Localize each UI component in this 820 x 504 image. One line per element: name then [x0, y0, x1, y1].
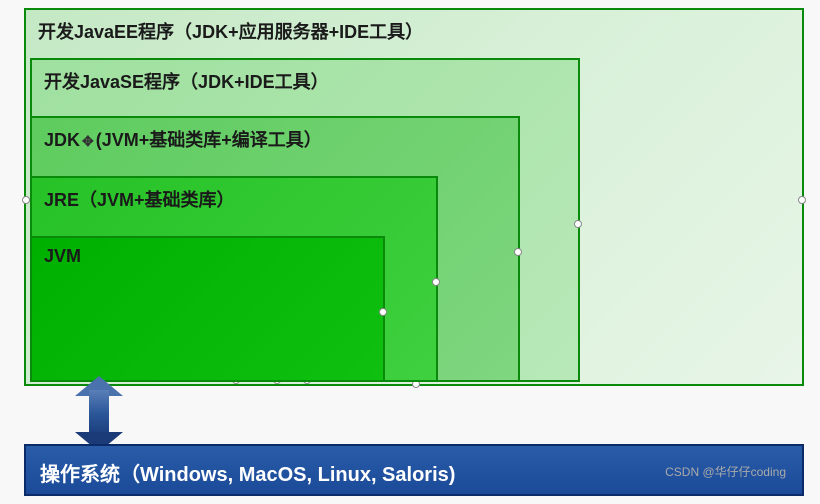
resize-handle [574, 220, 582, 228]
layer-jvm: JVM [30, 236, 385, 382]
resize-handle [798, 196, 806, 204]
bidirectional-arrow-icon [75, 376, 123, 452]
resize-handle [379, 308, 387, 316]
jdk-text-post: (JVM+基础类库+编译工具） [96, 130, 322, 150]
arrow-shaft [89, 390, 109, 438]
watermark-text: CSDN @华仔仔coding [665, 463, 786, 480]
jdk-text-pre: JDK [44, 130, 80, 150]
cursor-move-icon: ✥ [82, 133, 94, 150]
java-architecture-diagram: 开发JavaEE程序（JDK+应用服务器+IDE工具） 开发JavaSE程序（J… [20, 8, 800, 496]
resize-handle [514, 248, 522, 256]
label-os: 操作系统（Windows, MacOS, Linux, Saloris) [40, 464, 455, 486]
label-javaee: 开发JavaEE程序（JDK+应用服务器+IDE工具） [26, 10, 435, 52]
label-jdk: JDK✥(JVM+基础类库+编译工具） [32, 118, 334, 160]
resize-handle [22, 196, 30, 204]
label-jvm: JVM [32, 238, 93, 275]
label-javase: 开发JavaSE程序（JDK+IDE工具） [32, 60, 341, 102]
resize-handle [432, 278, 440, 286]
label-jre: JRE（JVM+基础类库） [32, 178, 247, 220]
